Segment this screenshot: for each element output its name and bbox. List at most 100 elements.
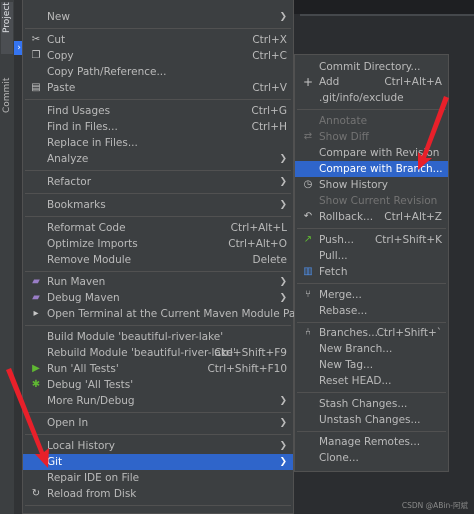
git-item-compare-with-branch[interactable]: Compare with Branch... bbox=[295, 161, 448, 177]
menu-separator bbox=[25, 434, 291, 435]
menu-item-label: Add bbox=[319, 76, 340, 88]
menu-item-remove-module[interactable]: Remove Module Delete bbox=[23, 252, 293, 268]
merge-icon: ⑂ bbox=[305, 289, 311, 300]
git-item-new-tag[interactable]: New Tag... bbox=[295, 357, 448, 373]
menu-item-local-history[interactable]: Local History ❯ bbox=[23, 438, 293, 454]
git-item-commit-directory[interactable]: Commit Directory... bbox=[295, 59, 448, 75]
menu-item-find-in-files[interactable]: Find in Files... Ctrl+H bbox=[23, 119, 293, 135]
menu-item-label: Run Maven bbox=[47, 276, 106, 288]
menu-item-label: Annotate bbox=[319, 115, 368, 127]
menu-item-label: Open In bbox=[47, 417, 89, 429]
menu-item-copy-path[interactable]: Copy Path/Reference... bbox=[23, 64, 293, 80]
chevron-right-icon: ❯ bbox=[279, 396, 287, 406]
menu-separator bbox=[297, 109, 446, 110]
menu-item-git[interactable]: Git ❯ bbox=[23, 454, 293, 470]
menu-item-replace-in-files[interactable]: Replace in Files... bbox=[23, 135, 293, 151]
git-item-unstash-changes[interactable]: Unstash Changes... bbox=[295, 412, 448, 428]
menu-item-repair-ide[interactable]: Repair IDE on File bbox=[23, 470, 293, 486]
menu-item-cut[interactable]: ✂ Cut Ctrl+X bbox=[23, 32, 293, 48]
menu-item-bookmarks[interactable]: Bookmarks ❯ bbox=[23, 197, 293, 213]
copy-icon: ❐ bbox=[31, 50, 41, 61]
menu-separator bbox=[25, 99, 291, 100]
git-item-show-history[interactable]: ◷ Show History bbox=[295, 177, 448, 193]
menu-item-shortcut: Ctrl+Shift+K bbox=[374, 234, 442, 246]
chevron-right-icon: ❯ bbox=[279, 12, 287, 22]
menu-item-reload-from-disk[interactable]: ↻ Reload from Disk bbox=[23, 486, 293, 502]
git-item-add[interactable]: + Add Ctrl+Alt+A bbox=[295, 74, 448, 90]
menu-item-shortcut: Ctrl+Shift+` bbox=[376, 327, 442, 339]
menu-separator bbox=[297, 392, 446, 393]
run-icon: ▶ bbox=[32, 363, 40, 374]
menu-item-label: Bookmarks bbox=[47, 199, 106, 211]
menu-item-shortcut: Ctrl+Alt+A bbox=[384, 76, 442, 88]
git-item-fetch[interactable]: ▥ Fetch bbox=[295, 264, 448, 280]
menu-item-debug-maven[interactable]: ▰ Debug Maven ❯ bbox=[23, 290, 293, 306]
scissors-icon: ✂ bbox=[31, 34, 41, 45]
menu-item-label: New Branch... bbox=[319, 343, 393, 355]
git-item-manage-remotes[interactable]: Manage Remotes... bbox=[295, 434, 448, 450]
menu-item-debug-all-tests[interactable]: ✱ Debug 'All Tests' bbox=[23, 377, 293, 393]
menu-item-rebuild-module[interactable]: Rebuild Module 'beautiful-river-lake' Ct… bbox=[23, 345, 293, 361]
menu-item-run-all-tests[interactable]: ▶ Run 'All Tests' Ctrl+Shift+F10 bbox=[23, 361, 293, 377]
menu-item-optimize-imports[interactable]: Optimize Imports Ctrl+Alt+O bbox=[23, 236, 293, 252]
menu-item-label: New Tag... bbox=[319, 359, 374, 371]
menu-item-label: Cut bbox=[47, 34, 66, 46]
menu-item-run-maven[interactable]: ▰ Run Maven ❯ bbox=[23, 274, 293, 290]
git-item-new-branch[interactable]: New Branch... bbox=[295, 341, 448, 357]
menu-item-shortcut: Ctrl+Shift+F10 bbox=[207, 363, 287, 375]
menu-item-open-terminal-maven[interactable]: ▸ Open Terminal at the Current Maven Mod… bbox=[23, 306, 306, 322]
commit-tool-tab[interactable]: Commit bbox=[1, 78, 13, 122]
tool-window-strip: Project Commit bbox=[0, 0, 15, 514]
menu-item-label: Debug Maven bbox=[47, 292, 120, 304]
menu-separator bbox=[297, 322, 446, 323]
menu-separator bbox=[297, 431, 446, 432]
git-item-stash-changes[interactable]: Stash Changes... bbox=[295, 396, 448, 412]
project-context-menu: New ❯ ✂ Cut Ctrl+X ❐ Copy Ctrl+C Copy Pa… bbox=[22, 0, 306, 514]
menu-item-shortcut: Delete bbox=[252, 254, 288, 266]
menu-item-find-usages[interactable]: Find Usages Ctrl+G bbox=[23, 103, 293, 119]
menu-item-label: Branches... bbox=[319, 327, 378, 339]
git-item-push[interactable]: ↗ Push... Ctrl+Shift+K bbox=[295, 232, 448, 248]
git-item-compare-with-revision[interactable]: Compare with Revision bbox=[295, 145, 448, 161]
git-item-annotate[interactable]: Annotate bbox=[295, 113, 448, 129]
menu-item-paste[interactable]: ▤ Paste Ctrl+V bbox=[23, 80, 293, 96]
menu-item-shortcut: Ctrl+G bbox=[251, 105, 287, 117]
project-tab-label: Project bbox=[2, 2, 12, 33]
git-item-show-diff[interactable]: ⇄ Show Diff bbox=[295, 129, 448, 145]
project-tool-tab[interactable]: Project bbox=[1, 2, 13, 54]
git-item-pull[interactable]: Pull... bbox=[295, 248, 448, 264]
menu-separator bbox=[25, 193, 291, 194]
reload-icon: ↻ bbox=[31, 488, 41, 499]
menu-item-refactor[interactable]: Refactor ❯ bbox=[23, 174, 293, 190]
git-item-merge[interactable]: ⑂ Merge... bbox=[295, 287, 448, 303]
menu-item-build-module[interactable]: Build Module 'beautiful-river-lake' bbox=[23, 329, 293, 345]
git-item-rebase[interactable]: Rebase... bbox=[295, 303, 448, 319]
chevron-right-icon: ❯ bbox=[279, 441, 287, 451]
menu-item-label: New bbox=[47, 11, 70, 23]
history-icon: ◷ bbox=[303, 179, 313, 190]
menu-item-label: Stash Changes... bbox=[319, 398, 408, 410]
git-submenu: Commit Directory... + Add Ctrl+Alt+A .gi… bbox=[294, 54, 449, 472]
menu-item-shortcut: Ctrl+Alt+L bbox=[230, 222, 287, 234]
plus-icon: + bbox=[302, 75, 314, 89]
git-item-branches[interactable]: ⑃ Branches... Ctrl+Shift+` bbox=[295, 325, 448, 341]
menu-item-more-run-debug[interactable]: More Run/Debug ❯ bbox=[23, 393, 293, 409]
menu-item-open-in[interactable]: Open In ❯ bbox=[23, 415, 293, 431]
menu-item-analyze[interactable]: Analyze ❯ bbox=[23, 151, 293, 167]
menu-item-label: Debug 'All Tests' bbox=[47, 379, 134, 391]
debug-icon: ✱ bbox=[31, 379, 41, 390]
menu-item-new[interactable]: New ❯ bbox=[23, 9, 293, 25]
git-item-git-info-exclude[interactable]: .git/info/exclude bbox=[295, 90, 448, 106]
menu-item-label: Open Terminal at the Current Maven Modul… bbox=[47, 308, 307, 320]
menu-item-label: Clone... bbox=[319, 452, 359, 464]
git-item-rollback[interactable]: ↶ Rollback... Ctrl+Alt+Z bbox=[295, 209, 448, 225]
menu-item-copy[interactable]: ❐ Copy Ctrl+C bbox=[23, 48, 293, 64]
menu-item-reformat-code[interactable]: Reformat Code Ctrl+Alt+L bbox=[23, 220, 293, 236]
menu-item-label: Show Diff bbox=[319, 131, 369, 143]
menu-separator bbox=[25, 271, 291, 272]
git-item-show-current-revision[interactable]: Show Current Revision bbox=[295, 193, 448, 209]
chevron-right-icon: ❯ bbox=[279, 457, 287, 467]
git-item-clone[interactable]: Clone... bbox=[295, 450, 448, 466]
menu-item-label: .git/info/exclude bbox=[319, 92, 404, 104]
git-item-reset-head[interactable]: Reset HEAD... bbox=[295, 373, 448, 389]
